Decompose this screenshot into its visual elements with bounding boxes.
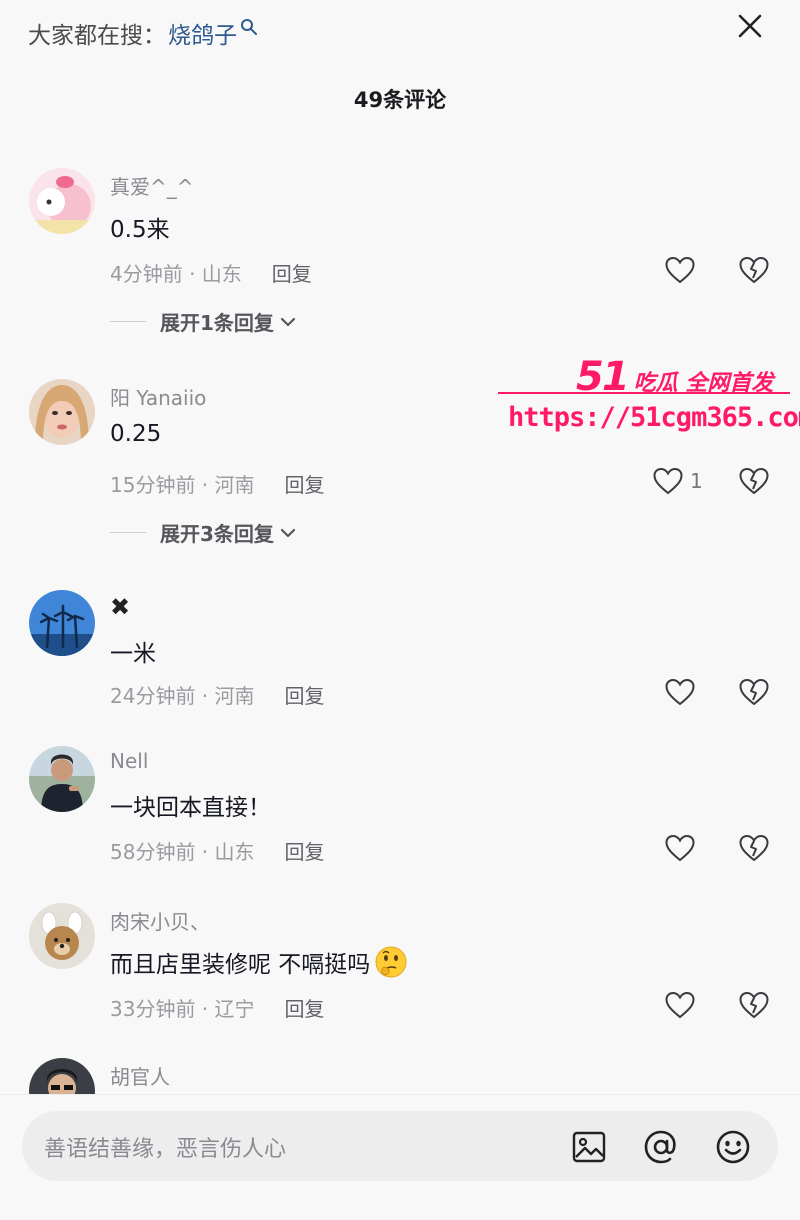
comment-meta: 15分钟前 · 河南 回复 [110,469,325,498]
emoji-icon[interactable] [714,1128,752,1166]
dislike-button[interactable] [736,676,772,708]
comment-text-row: 而且店里装修呢 不嗝挺吗 [110,945,408,979]
like-button[interactable] [664,676,696,708]
expand-replies-button[interactable]: 展开3条回复 [110,518,296,547]
comment-meta: 58分钟前 · 山东 回复 [110,836,325,865]
like-count: 1 [690,469,703,493]
comment-username[interactable]: Nell [110,749,148,773]
heart-icon [665,256,695,284]
broken-heart-icon [739,834,769,862]
search-icon[interactable] [240,16,258,35]
expand-divider [110,321,146,322]
top-bar: 大家都在搜： 烧鸽子 [0,0,800,64]
comment-username[interactable]: 真爱^_^ [110,171,194,200]
reply-button[interactable]: 回复 [285,840,325,864]
chevron-down-icon [280,528,296,537]
watermark-rule [498,392,790,394]
comment-item: 胡官人 [0,1058,800,1098]
heart-icon [665,834,695,862]
reply-button[interactable]: 回复 [272,262,312,286]
expand-replies-label: 展开1条回复 [160,311,274,335]
broken-heart-icon [739,678,769,706]
like-button[interactable]: 1 [652,465,703,497]
comment-time-location: 24分钟前 · 河南 [110,684,255,708]
reply-button[interactable]: 回复 [285,473,325,497]
heart-icon [653,467,683,495]
avatar[interactable] [29,168,95,234]
comment-time-location: 4分钟前 · 山东 [110,262,242,286]
comment-count: 49条评论 [353,88,447,112]
comment-text: 0.5来 [110,217,170,243]
reply-button[interactable]: 回复 [285,997,325,1021]
heart-icon [665,991,695,1019]
comment-item: Nell 一块回本直接！ 58分钟前 · 山东 回复 [0,746,800,916]
image-icon[interactable] [570,1128,608,1166]
reply-button[interactable]: 回复 [285,684,325,708]
watermark-url: https://51cgm365.com [508,402,800,433]
like-button[interactable] [664,254,696,286]
comment-item: 真爱^_^ 0.5来 4分钟前 · 山东 回复 展开1条回复 [0,168,800,338]
trending-search-term[interactable]: 烧鸽子 [168,16,237,50]
comment-input[interactable]: 善语结善缘，恶言伤人心 [22,1111,778,1181]
broken-heart-icon [739,467,769,495]
comment-text: 0.25 [110,421,162,447]
comment-username[interactable]: 肉宋小贝、 [110,906,210,935]
expand-replies-label: 展开3条回复 [160,522,274,546]
heart-icon [665,678,695,706]
comment-text: 一块回本直接！ [110,795,271,821]
comment-meta: 24分钟前 · 河南 回复 [110,680,325,709]
avatar[interactable] [29,746,95,812]
avatar[interactable] [29,590,95,656]
close-icon[interactable] [732,8,768,44]
avatar[interactable] [29,903,95,969]
dislike-button[interactable] [736,832,772,864]
comment-item: ✖ 一米 24分钟前 · 河南 回复 [0,590,800,760]
comment-time-location: 15分钟前 · 河南 [110,473,255,497]
like-button[interactable] [664,832,696,864]
comment-input-bar: 善语结善缘，恶言伤人心 [0,1094,800,1220]
comment-text: 一米 [110,641,156,667]
comment-meta: 4分钟前 · 山东 回复 [110,258,312,287]
trending-search-prefix: 大家都在搜： [28,23,166,49]
comment-input-placeholder: 善语结善缘，恶言伤人心 [44,1137,287,1162]
comment-username[interactable]: 胡官人 [110,1061,170,1090]
comment-username[interactable]: ✖ [110,593,130,621]
broken-heart-icon [739,256,769,284]
comment-meta: 33分钟前 · 辽宁 回复 [110,993,325,1022]
comment-item: 肉宋小贝、 而且店里装修呢 不嗝挺吗 33分钟前 · 辽宁 回复 [0,903,800,1073]
comment-username[interactable]: 阳 Yanaiio [110,382,206,411]
dislike-button[interactable] [736,254,772,286]
avatar[interactable] [29,379,95,445]
expand-divider [110,532,146,533]
thinking-face-emoji [374,945,408,979]
avatar[interactable] [29,1058,95,1098]
watermark-overlay: 51 吃瓜 全网首发 https://51cgm365.com [498,344,800,444]
chevron-down-icon [280,317,296,326]
trending-search-hint[interactable]: 大家都在搜： 烧鸽子 [28,16,258,50]
expand-replies-button[interactable]: 展开1条回复 [110,307,296,336]
broken-heart-icon [739,991,769,1019]
like-button[interactable] [664,989,696,1021]
dislike-button[interactable] [736,989,772,1021]
at-icon[interactable] [642,1128,680,1166]
comment-text: 而且店里装修呢 不嗝挺吗 [110,952,371,978]
comment-time-location: 33分钟前 · 辽宁 [110,997,255,1021]
dislike-button[interactable] [736,465,772,497]
comment-time-location: 58分钟前 · 山东 [110,840,255,864]
